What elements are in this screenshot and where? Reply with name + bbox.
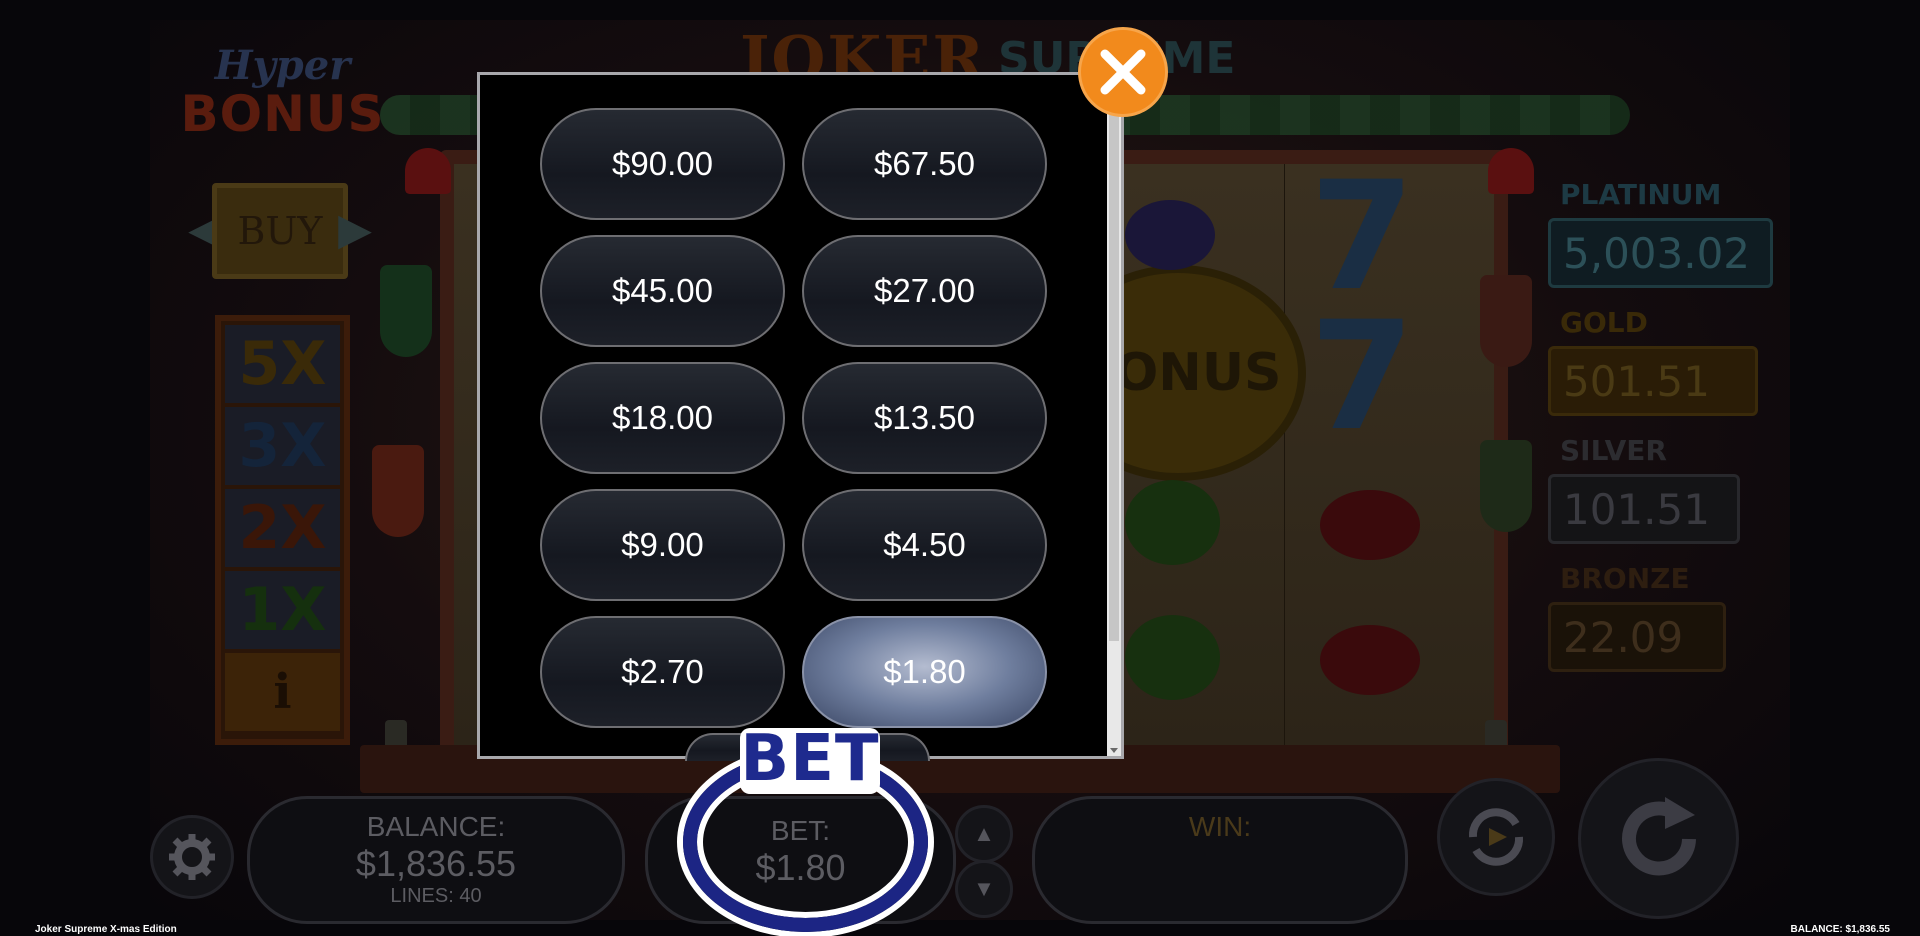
hyper-text: Hyper xyxy=(214,42,351,89)
info-button[interactable]: i xyxy=(225,653,340,731)
spin-icon xyxy=(1621,796,1696,875)
win-label: WIN: xyxy=(1188,811,1252,842)
scrollbar-thumb[interactable] xyxy=(1109,81,1119,641)
bet-option-27[interactable]: $27.00 xyxy=(802,235,1047,347)
bet-badge-title: BET xyxy=(740,722,880,796)
bonus-text: BONUS xyxy=(180,85,385,143)
multiplier-panel: 5X 3X 2X 1X i xyxy=(215,315,350,745)
bow-decoration xyxy=(1488,148,1534,194)
arrow-up-icon: ▲ xyxy=(973,821,995,846)
hyper-bonus-logo: Hyper BONUS xyxy=(170,45,395,155)
jackpot-silver-value: 101.51 xyxy=(1548,474,1740,544)
bet-selection-dialog: $90.00 $67.50 $45.00 $27.00 $18.00 $13.5… xyxy=(477,72,1124,761)
autoplay-icon xyxy=(1468,808,1524,866)
balance-display: BALANCE: $1,836.55 LINES: 40 xyxy=(247,796,625,924)
jackpot-silver-label: SILVER xyxy=(1560,434,1667,467)
seven-symbol: 7 xyxy=(1310,290,1415,464)
settings-button[interactable] xyxy=(150,815,234,899)
bet-option-18[interactable]: $18.00 xyxy=(540,362,785,474)
autoplay-button[interactable] xyxy=(1437,778,1555,896)
jackpot-bronze-value: 22.09 xyxy=(1548,602,1726,672)
buy-arrow-right-icon[interactable]: ▶ xyxy=(332,200,378,260)
bet-options-grid: $90.00 $67.50 $45.00 $27.00 $18.00 $13.5… xyxy=(540,108,1060,728)
multiplier-2x: 2X xyxy=(225,489,340,567)
bet-option-90[interactable]: $90.00 xyxy=(540,108,785,220)
reel-divider xyxy=(1284,164,1285,754)
balance-label: BALANCE: xyxy=(366,811,506,842)
jackpot-platinum-value: 5,003.02 xyxy=(1548,218,1773,288)
arrow-down-icon: ▼ xyxy=(973,876,995,901)
jackpot-gold-value: 501.51 xyxy=(1548,346,1758,416)
bet-option-2-70[interactable]: $2.70 xyxy=(540,616,785,728)
cherry-symbol xyxy=(1320,625,1420,695)
bet-option-4-50[interactable]: $4.50 xyxy=(802,489,1047,601)
lines-label: LINES: 40 xyxy=(390,885,482,907)
scroll-down-icon[interactable] xyxy=(1110,748,1118,753)
stocking-decoration xyxy=(1480,440,1532,532)
buy-bonus-button[interactable]: BUY xyxy=(212,183,348,279)
jackpot-platinum-label: PLATINUM xyxy=(1560,178,1722,211)
bet-option-1-80-selected[interactable]: $1.80 xyxy=(802,616,1047,728)
multiplier-3x: 3X xyxy=(225,407,340,485)
bow-decoration xyxy=(405,148,451,194)
stocking-decoration xyxy=(372,445,424,537)
multiplier-5x: 5X xyxy=(225,325,340,403)
bet-increase-button[interactable]: ▲ xyxy=(955,805,1013,863)
watermelon-symbol xyxy=(1125,480,1220,565)
cherry-symbol xyxy=(1320,490,1420,560)
grapes-symbol xyxy=(1125,200,1215,270)
close-icon xyxy=(1100,49,1146,95)
multiplier-1x: 1X xyxy=(225,571,340,649)
spin-button[interactable] xyxy=(1578,758,1739,919)
jackpot-gold-label: GOLD xyxy=(1560,306,1648,339)
dialog-scrollbar[interactable] xyxy=(1107,75,1121,756)
footer-game-title: Joker Supreme X-mas Edition xyxy=(35,924,177,935)
win-display: WIN: xyxy=(1032,796,1408,924)
stocking-decoration xyxy=(1480,275,1532,367)
watermelon-symbol xyxy=(1125,615,1220,700)
bet-option-45[interactable]: $45.00 xyxy=(540,235,785,347)
gear-icon xyxy=(169,834,215,880)
close-button[interactable] xyxy=(1078,27,1168,117)
stocking-decoration xyxy=(380,265,432,357)
footer-balance: BALANCE: $1,836.55 xyxy=(1790,924,1890,935)
jackpot-bronze-label: BRONZE xyxy=(1560,562,1690,595)
bet-option-13-50[interactable]: $13.50 xyxy=(802,362,1047,474)
balance-value: $1,836.55 xyxy=(355,843,517,884)
bet-decrease-button[interactable]: ▼ xyxy=(955,860,1013,918)
bet-option-9[interactable]: $9.00 xyxy=(540,489,785,601)
bet-option-67-50[interactable]: $67.50 xyxy=(802,108,1047,220)
